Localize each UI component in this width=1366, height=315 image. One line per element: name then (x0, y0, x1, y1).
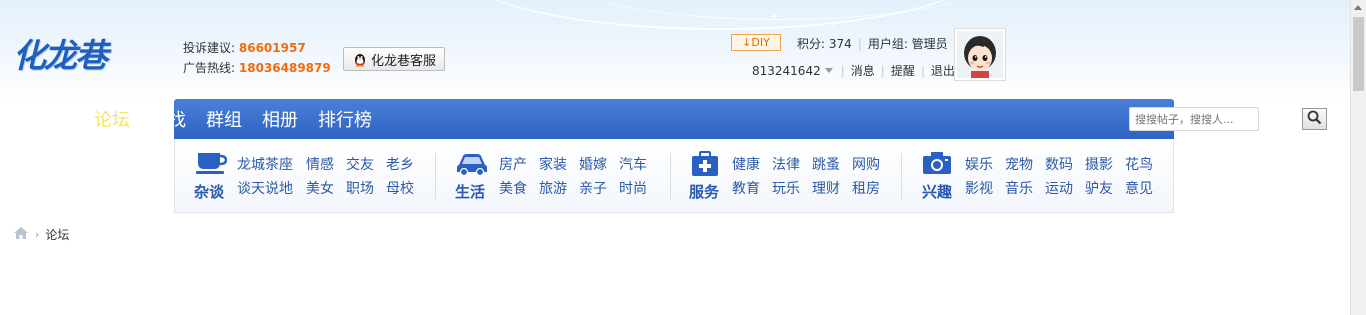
category-group-interests: 兴趣 娱乐 宠物 数码 摄影 花鸟 影视 音乐 运动 驴友 意见 (911, 139, 1173, 213)
category-link[interactable]: 花鸟 (1125, 154, 1153, 174)
breadcrumb: › 论坛 (13, 226, 69, 243)
category-link[interactable]: 宠物 (1005, 154, 1033, 174)
ad-label: 广告热线: (183, 61, 236, 75)
customer-service-button[interactable]: 化龙巷客服 (343, 47, 445, 71)
avatar[interactable] (954, 28, 1006, 81)
category-link[interactable]: 跳蚤 (812, 154, 840, 174)
download-arrow-icon: ↓ (742, 36, 752, 49)
category-title[interactable]: 杂谈 (194, 181, 224, 202)
category-link[interactable]: 摄影 (1085, 154, 1113, 174)
category-link[interactable]: 健康 (732, 154, 760, 174)
site-logo[interactable]: 化龙巷 (13, 36, 108, 76)
category-link[interactable]: 驴友 (1085, 178, 1113, 198)
category-group-chat: 杂谈 龙城茶座 情感 交友 老乡 谈天说地 美女 职场 母校 (175, 139, 435, 213)
user-id-link[interactable]: 813241642 (752, 64, 821, 78)
complaint-label: 投诉建议: (183, 41, 236, 55)
category-link[interactable]: 美食 (499, 178, 527, 198)
main-nav: 找 群组 相册 排行榜 (168, 99, 1174, 139)
divider (435, 153, 436, 199)
category-link[interactable]: 数码 (1045, 154, 1073, 174)
category-link[interactable]: 汽车 (619, 154, 647, 174)
search-input[interactable] (1129, 107, 1259, 131)
logout-link[interactable]: 退出 (931, 62, 955, 79)
divider (901, 153, 902, 199)
breadcrumb-separator-icon: › (35, 228, 40, 241)
qq-penguin-icon (352, 51, 368, 67)
car-icon (455, 151, 489, 180)
category-link[interactable]: 职场 (346, 178, 374, 198)
medical-kit-icon (691, 151, 719, 180)
scrollbar-thumb[interactable] (1353, 17, 1364, 91)
breadcrumb-current: 论坛 (45, 228, 70, 242)
category-link[interactable]: 亲子 (579, 178, 607, 198)
category-link[interactable]: 教育 (732, 178, 760, 198)
complaint-number: 86601957 (238, 41, 306, 55)
category-link[interactable]: 家装 (539, 154, 567, 174)
nav-tab-groups[interactable]: 群组 (206, 99, 242, 139)
chevron-down-icon[interactable] (824, 68, 833, 73)
category-group-services: 服务 健康 法律 跳蚤 网购 教育 玩乐 理财 租房 (680, 139, 898, 213)
category-group-life: 生活 房产 家装 婚嫁 汽车 美食 旅游 亲子 时尚 (445, 139, 670, 213)
ad-number: 18036489879 (238, 61, 331, 75)
category-link[interactable]: 娱乐 (965, 154, 993, 174)
category-link[interactable]: 旅游 (539, 178, 567, 198)
category-link[interactable]: 谈天说地 (237, 178, 293, 198)
category-link[interactable]: 美女 (306, 178, 334, 198)
reminders-link[interactable]: 提醒 (891, 62, 915, 79)
category-link[interactable]: 网购 (852, 154, 880, 174)
category-panel: 杂谈 龙城茶座 情感 交友 老乡 谈天说地 美女 职场 母校 生活 房产 家装 … (174, 139, 1174, 213)
search-button[interactable] (1302, 108, 1327, 130)
category-link[interactable]: 玩乐 (772, 178, 800, 198)
cartoon-girl-avatar-icon (957, 31, 1003, 78)
cup-icon (195, 151, 228, 178)
nav-tab-forum[interactable]: 论坛 (94, 99, 130, 139)
home-icon[interactable] (13, 226, 29, 243)
category-link[interactable]: 房产 (499, 154, 527, 174)
category-link[interactable]: 运动 (1045, 178, 1073, 198)
nav-tab-rankings[interactable]: 排行榜 (318, 99, 372, 139)
search-icon (1307, 110, 1322, 128)
category-link[interactable]: 老乡 (386, 154, 414, 174)
category-title[interactable]: 兴趣 (922, 181, 952, 202)
nav-tab-albums[interactable]: 相册 (262, 99, 298, 139)
points-text: 积分: 374 (797, 37, 852, 51)
category-link[interactable]: 意见 (1125, 178, 1153, 198)
user-group-text: 用户组: 管理员 (867, 37, 948, 51)
category-link[interactable]: 法律 (772, 154, 800, 174)
category-link[interactable]: 时尚 (619, 178, 647, 198)
category-link[interactable]: 情感 (306, 154, 334, 174)
scroll-up-arrow-icon[interactable] (1354, 5, 1362, 10)
category-link[interactable]: 交友 (346, 154, 374, 174)
category-link[interactable]: 龙城茶座 (237, 154, 293, 174)
category-link[interactable]: 母校 (386, 178, 414, 198)
contact-info: 投诉建议: 86601957 广告热线: 18036489879 (183, 38, 331, 78)
vertical-scrollbar[interactable] (1350, 0, 1366, 315)
messages-link[interactable]: 消息 (851, 62, 875, 79)
category-link[interactable]: 婚嫁 (579, 154, 607, 174)
diy-button[interactable]: ↓DIY (731, 34, 781, 51)
category-link[interactable]: 理财 (812, 178, 840, 198)
category-title[interactable]: 生活 (455, 181, 485, 202)
customer-service-label: 化龙巷客服 (370, 53, 436, 69)
category-link[interactable]: 租房 (852, 178, 880, 198)
divider (670, 153, 671, 199)
category-title[interactable]: 服务 (689, 181, 719, 202)
category-link[interactable]: 影视 (965, 178, 993, 198)
category-link[interactable]: 音乐 (1005, 178, 1033, 198)
nav-tab-partial[interactable]: 找 (168, 99, 186, 139)
camera-icon (922, 151, 952, 178)
